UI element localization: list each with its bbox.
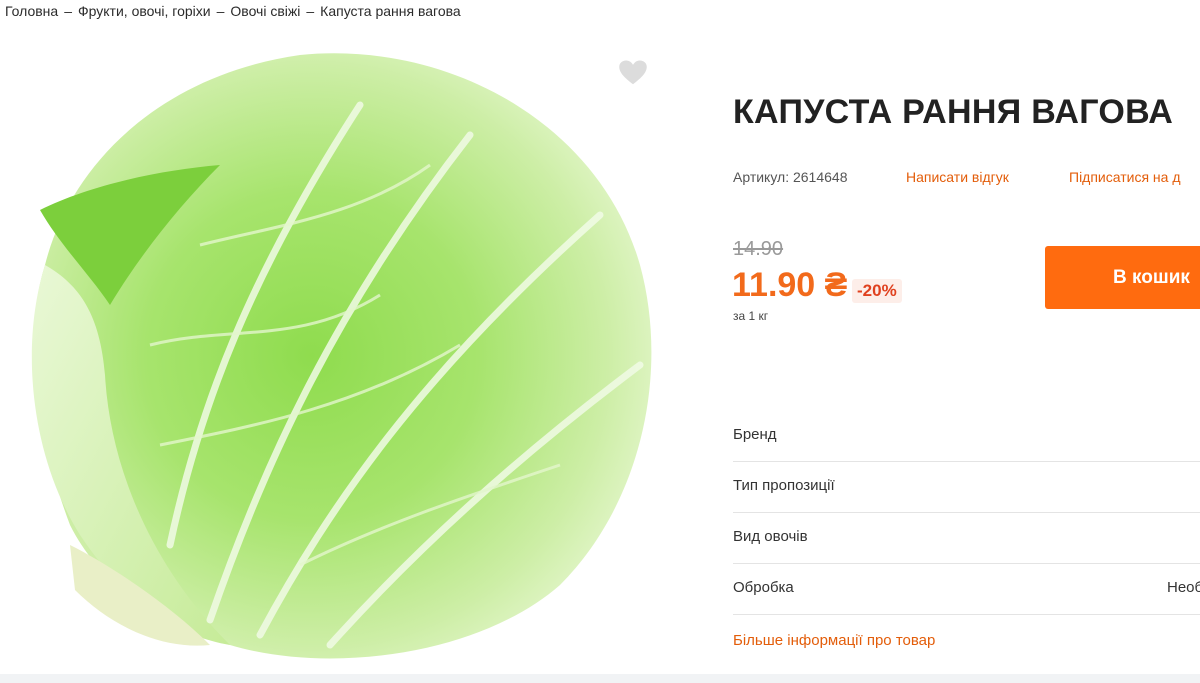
write-review-link[interactable]: Написати відгук <box>906 169 1009 185</box>
heart-icon[interactable] <box>618 58 648 88</box>
attribute-row-processing: Обробка Необ <box>733 563 1200 615</box>
breadcrumb-separator: – <box>216 3 225 19</box>
breadcrumb-home[interactable]: Головна <box>5 3 58 19</box>
breadcrumb-current: Капуста рання вагова <box>320 3 461 19</box>
old-price: 14.90 <box>733 238 784 260</box>
breadcrumb-separator: – <box>306 3 315 19</box>
breadcrumb-fresh-vegetables[interactable]: Овочі свіжі <box>230 3 300 19</box>
product-sku: Артикул: 2614648 <box>733 169 848 185</box>
discount-badge: -20% <box>852 279 902 303</box>
add-to-cart-button[interactable]: В кошик <box>1045 246 1200 309</box>
attribute-label: Обробка <box>733 579 794 596</box>
attribute-row-brand: Бренд <box>733 410 1200 462</box>
breadcrumb-fruits-vegetables[interactable]: Фрукти, овочі, горіхи <box>78 3 211 19</box>
breadcrumb: Головна – Фрукти, овочі, горіхи – Овочі свіж… <box>5 3 461 19</box>
attribute-row-offer-type: Тип пропозиції <box>733 461 1200 513</box>
subscribe-link[interactable]: Підписатися на д <box>1069 169 1181 185</box>
attribute-label: Бренд <box>733 426 777 443</box>
price-unit: за 1 кг <box>733 309 769 323</box>
breadcrumb-separator: – <box>64 3 72 19</box>
attribute-label: Вид овочів <box>733 528 808 545</box>
attribute-value: Необ <box>1167 579 1200 596</box>
attribute-row-vegetable-type: Вид овочів <box>733 512 1200 564</box>
current-price: 11.90 ₴ <box>732 266 848 304</box>
product-title: КАПУСТА РАННЯ ВАГОВА <box>733 93 1174 131</box>
attribute-label: Тип пропозиції <box>733 477 835 494</box>
bottom-divider <box>0 674 1200 683</box>
product-image-cabbage <box>31 53 652 659</box>
more-info-link[interactable]: Більше інформації про товар <box>733 632 935 649</box>
